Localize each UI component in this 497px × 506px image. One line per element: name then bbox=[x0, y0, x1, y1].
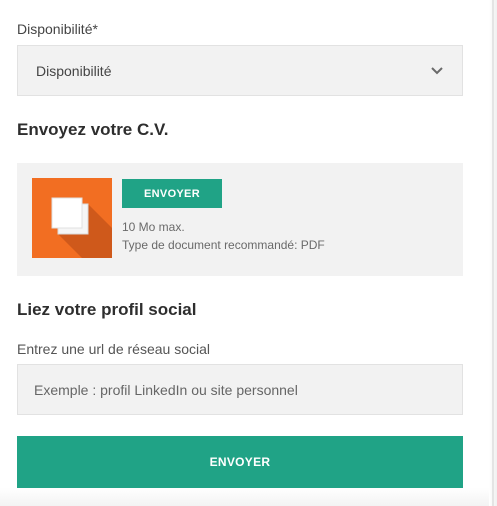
copy-document-icon bbox=[32, 178, 112, 258]
max-size-note: 10 Mo max. bbox=[122, 220, 185, 234]
social-section-title: Liez votre profil social bbox=[17, 300, 197, 319]
cv-upload-box: ENVOYER 10 Mo max. Type de document reco… bbox=[17, 163, 463, 276]
application-form: Disponibilité* Disponibilité Envoyez vot… bbox=[0, 0, 497, 506]
availability-selected-value: Disponibilité bbox=[36, 62, 112, 79]
bottom-shadow bbox=[0, 488, 497, 506]
right-border-line bbox=[492, 0, 494, 506]
cv-section-title: Envoyez votre C.V. bbox=[17, 120, 169, 139]
social-url-label: Entrez une url de réseau social bbox=[17, 341, 210, 357]
availability-select[interactable]: Disponibilité bbox=[17, 45, 463, 96]
chevron-down-icon bbox=[430, 64, 444, 78]
availability-label: Disponibilité* bbox=[17, 21, 98, 37]
submit-button[interactable]: ENVOYER bbox=[17, 436, 463, 488]
social-url-input[interactable] bbox=[17, 364, 463, 415]
upload-cv-button[interactable]: ENVOYER bbox=[122, 179, 222, 208]
recommended-type-note: Type de document recommandé: PDF bbox=[122, 238, 325, 252]
